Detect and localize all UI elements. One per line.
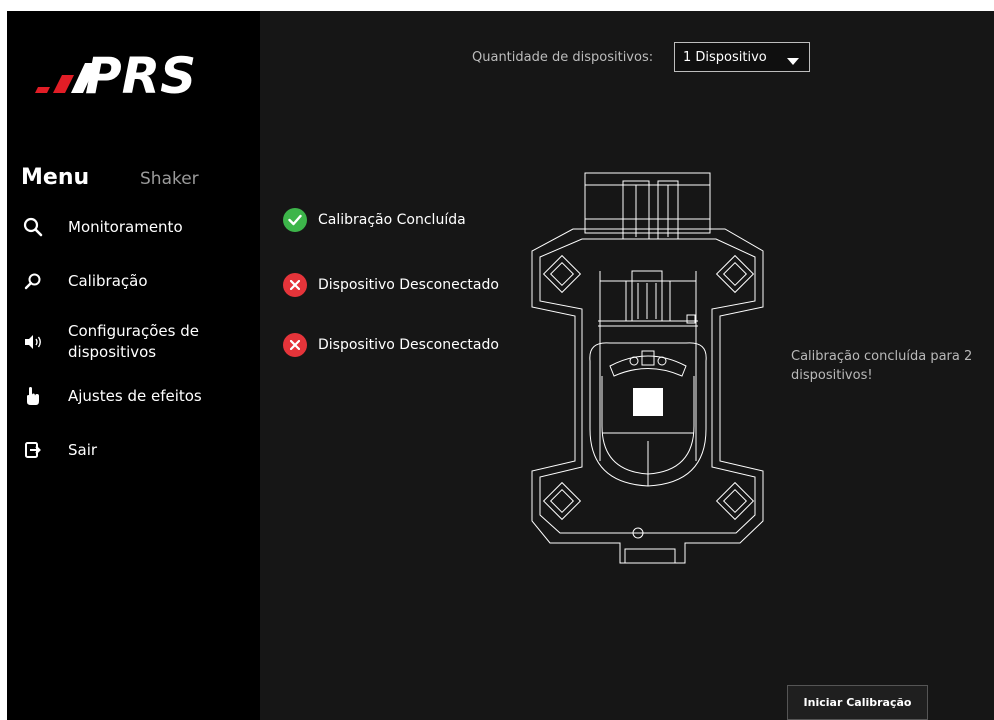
device-quantity-label: Quantidade de dispositivos: bbox=[472, 50, 654, 65]
calibration-message: Calibração concluída para 2 dispositivos… bbox=[791, 349, 973, 383]
sidebar: PRS Menu Shaker Monitoramento Calibração… bbox=[7, 11, 260, 720]
exit-icon bbox=[22, 439, 44, 461]
sidebar-item-ajustes-de-efeitos[interactable]: Ajustes de efeitos bbox=[7, 376, 260, 416]
device-status-1: Calibração Concluída bbox=[283, 208, 466, 232]
sidebar-item-monitoramento[interactable]: Monitoramento bbox=[7, 207, 260, 247]
sidebar-item-label: Calibração bbox=[68, 271, 148, 290]
logo-text: PRS bbox=[85, 49, 196, 99]
sidebar-item-label: Sair bbox=[68, 440, 98, 459]
app-window: PRS Menu Shaker Monitoramento Calibração… bbox=[7, 11, 994, 720]
hand-pointer-icon bbox=[22, 385, 44, 407]
device-status-text: Dispositivo Desconectado bbox=[318, 337, 499, 353]
main-panel: Quantidade de dispositivos: 1 Dispositiv… bbox=[260, 11, 994, 720]
magnifier-icon bbox=[22, 270, 44, 292]
start-calibration-button[interactable]: Iniciar Calibração bbox=[787, 685, 928, 720]
prs-logo: PRS bbox=[35, 49, 196, 99]
sidebar-item-label: Configurações de dispositivos bbox=[68, 322, 199, 361]
device-quantity-value: 1 Dispositivo bbox=[683, 50, 767, 65]
device-status-3: Dispositivo Desconectado bbox=[283, 333, 499, 357]
speaker-icon bbox=[22, 331, 44, 353]
sidebar-item-configuracoes[interactable]: Configurações de dispositivos bbox=[7, 320, 260, 364]
sidebar-item-calibracao[interactable]: Calibração bbox=[7, 261, 260, 301]
device-status-2: Dispositivo Desconectado bbox=[283, 273, 499, 297]
chevron-down-icon bbox=[787, 54, 799, 69]
search-icon bbox=[22, 216, 44, 238]
sidebar-item-label: Monitoramento bbox=[68, 217, 183, 236]
error-icon bbox=[283, 273, 307, 297]
device-status-text: Dispositivo Desconectado bbox=[318, 277, 499, 293]
device-quantity-select[interactable]: 1 Dispositivo bbox=[674, 42, 810, 72]
sidebar-item-label: Ajustes de efeitos bbox=[68, 386, 202, 405]
simulator-rig-diagram bbox=[531, 172, 764, 564]
menu-title: Menu bbox=[21, 165, 90, 190]
sidebar-item-sair[interactable]: Sair bbox=[7, 430, 260, 470]
device-status-text: Calibração Concluída bbox=[318, 212, 466, 228]
error-icon bbox=[283, 333, 307, 357]
menu-subtitle-shaker[interactable]: Shaker bbox=[140, 169, 199, 189]
check-icon bbox=[283, 208, 307, 232]
